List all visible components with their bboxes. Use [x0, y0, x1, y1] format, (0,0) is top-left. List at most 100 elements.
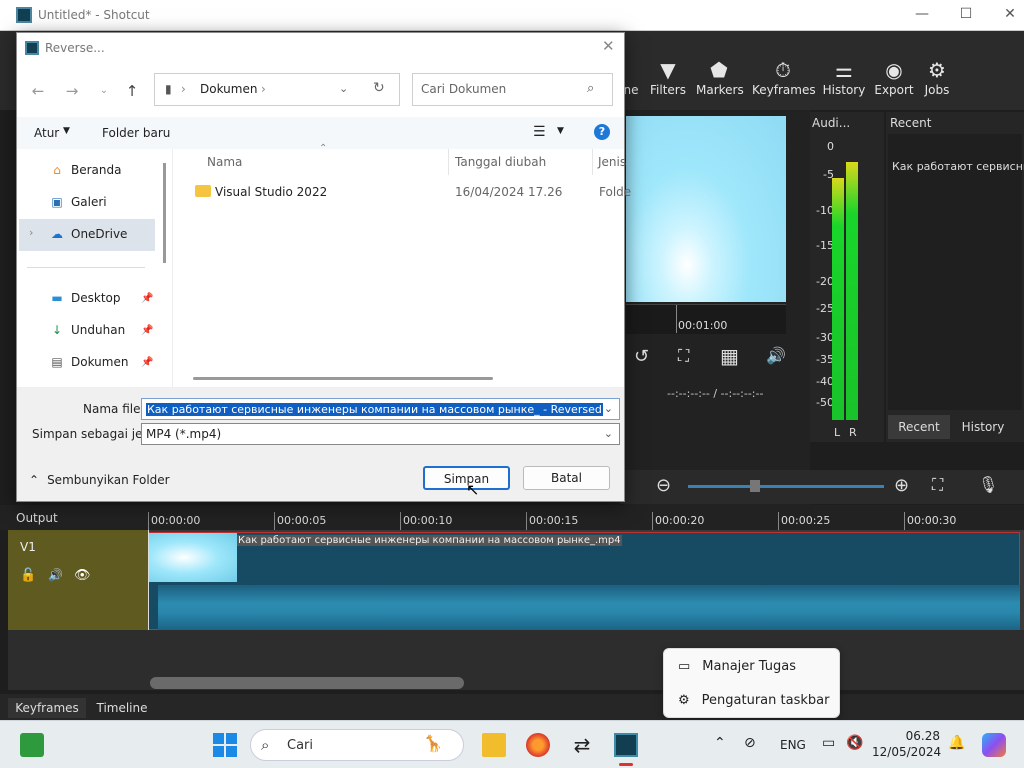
minimize-icon[interactable]: — [912, 6, 932, 26]
network-off-icon[interactable]: ⊘ [744, 735, 756, 751]
sidebar-item-desktop[interactable]: ▬ Desktop [49, 290, 120, 306]
timeline-scrollbar[interactable] [150, 677, 464, 689]
timeline-zoom-bar: ⊖ ⊕ ⛶ 🎙 [620, 470, 1024, 504]
toolbar-export-button[interactable]: ◉ Export [874, 57, 914, 97]
firefox-icon[interactable] [526, 733, 550, 757]
search-icon[interactable]: ⌕ [587, 81, 594, 96]
address-dropdown-icon[interactable]: ⌄ [339, 82, 348, 95]
sidebar-item-documents[interactable]: ▤ Dokumen [49, 354, 128, 370]
toolbar-filters-button[interactable]: ▼ Filters [650, 57, 686, 97]
funnel-icon: ▼ [660, 58, 676, 82]
record-audio-icon[interactable]: 🎙 [978, 475, 998, 494]
player-timecode: --:--:--:-- / --:--:--:-- [667, 387, 764, 400]
dialog-close-icon[interactable]: ✕ [602, 37, 615, 55]
sidebar-scrollbar[interactable] [163, 163, 166, 263]
dialog-title: Reverse... [45, 41, 105, 55]
copilot-icon[interactable] [982, 733, 1006, 757]
clip-thumbnail [149, 533, 237, 582]
tab-history[interactable]: History [952, 415, 1014, 439]
savetype-dropdown-icon[interactable]: ⌄ [604, 424, 613, 444]
recent-item[interactable]: Как работают сервисные [892, 160, 1024, 173]
mute-icon[interactable]: 🔊 [48, 568, 63, 582]
recent-locations-chevron-icon[interactable]: ⌄ [93, 80, 115, 102]
filename-dropdown-icon[interactable]: ⌄ [604, 399, 613, 419]
channel-label: L [834, 426, 841, 439]
gallery-icon: ▣ [51, 195, 63, 209]
sidebar-item-downloads[interactable]: ↓ Unduhan [49, 322, 125, 338]
clock-time[interactable]: 06.28 [880, 729, 940, 743]
ruler-tick-label: 00:00:05 [277, 514, 327, 527]
transfer-app-icon[interactable]: ⇄ [570, 733, 594, 757]
toolbar-jobs-button[interactable]: ⚙ Jobs [920, 57, 954, 97]
column-header-date[interactable]: Tanggal diubah [455, 155, 546, 169]
up-arrow-icon[interactable]: ↑ [121, 80, 143, 102]
windows-start-icon[interactable] [213, 733, 237, 757]
path-folder[interactable]: Dokumen [200, 82, 257, 96]
volume-icon[interactable]: 🔊 [766, 346, 786, 365]
organize-chevron-icon[interactable]: ▼ [63, 126, 70, 136]
app-launcher-icon[interactable] [20, 733, 44, 757]
ruler-tick-label: 00:00:20 [655, 514, 705, 527]
menu-item-taskbar-settings[interactable]: ⚙ Pengaturan taskbar [678, 693, 829, 708]
file-list-scrollbar[interactable] [193, 377, 493, 380]
zoom-in-icon[interactable]: ⊕ [894, 475, 909, 496]
toolbar-keyframes-button[interactable]: ⏱ Keyframes [752, 57, 816, 97]
column-header-name[interactable]: Nama [207, 155, 242, 169]
tab-keyframes[interactable]: Keyframes [8, 698, 86, 718]
taskbar-search[interactable]: ⌕ Cari 🦒 [250, 729, 464, 761]
sidebar-item-home[interactable]: ⌂ Beranda [49, 162, 121, 178]
toolbar-history-button[interactable]: ⚌ History [822, 57, 866, 97]
lock-icon[interactable]: 🔓 [20, 568, 36, 583]
shotcut-taskbar-icon[interactable] [614, 733, 638, 757]
new-folder-button[interactable]: Folder baru [102, 126, 170, 140]
pin-icon: 📌 [141, 293, 154, 304]
display-icon[interactable]: ▭ [822, 735, 835, 751]
desktop-icon: ▬ [51, 291, 63, 305]
filename-field[interactable]: Как работают сервисные инженеры компании… [141, 398, 620, 420]
back-arrow-icon[interactable]: ← [27, 80, 49, 102]
maximize-icon[interactable]: ☐ [956, 6, 976, 26]
tab-timeline[interactable]: Timeline [88, 698, 156, 718]
cancel-button[interactable]: Batal [523, 466, 610, 490]
forward-arrow-icon[interactable]: → [61, 80, 83, 102]
file-row[interactable]: Visual Studio 2022 16/04/2024 17.26 Fold… [193, 184, 631, 204]
address-bar[interactable]: ▮ › Dokumen › ⌄ ↻ [154, 73, 400, 106]
tab-recent[interactable]: Recent [888, 415, 950, 439]
zoom-fit-timeline-icon[interactable]: ⛶ [932, 475, 943, 495]
refresh-icon[interactable]: ↻ [373, 80, 385, 96]
zoom-fit-icon[interactable]: ⛶ [678, 346, 689, 366]
zoom-out-icon[interactable]: ⊖ [656, 475, 671, 496]
view-options-icon[interactable]: ☰ [533, 124, 546, 140]
organize-button[interactable]: Atur [34, 126, 59, 140]
file-type: Folde [599, 185, 632, 199]
help-icon[interactable]: ? [594, 124, 610, 140]
toolbar-markers-button[interactable]: ⬟ Markers [696, 57, 744, 97]
grid-icon[interactable]: ▦ [720, 344, 739, 368]
search-input[interactable]: Cari Dokumen [421, 82, 506, 96]
clock-date[interactable]: 12/05/2024 [872, 745, 941, 759]
zoom-slider-handle[interactable] [750, 480, 760, 492]
document-icon: ▤ [51, 355, 63, 369]
taskbar-search-input[interactable]: Cari [287, 738, 313, 753]
volume-muted-icon[interactable]: 🔇 [846, 735, 863, 751]
eye-icon[interactable]: 👁 [74, 568, 91, 583]
expand-chevron-icon[interactable]: › [29, 226, 33, 239]
close-icon[interactable]: ✕ [1000, 6, 1020, 26]
tray-chevron-icon[interactable]: ⌃ [714, 735, 726, 751]
hide-folders-toggle[interactable]: ⌃ Sembunyikan Folder [29, 473, 170, 487]
notification-bell-icon[interactable]: 🔔 [948, 735, 965, 751]
zoom-slider[interactable] [688, 485, 884, 488]
export-icon: ◉ [885, 58, 903, 82]
sidebar-item-gallery[interactable]: ▣ Galeri [49, 194, 106, 210]
file-explorer-icon[interactable] [482, 733, 506, 757]
view-chevron-icon[interactable]: ▼ [557, 126, 564, 136]
language-indicator[interactable]: ENG [780, 738, 806, 752]
sidebar-item-onedrive[interactable]: ☁ OneDrive [49, 226, 127, 242]
rotate-icon[interactable]: ↺ [634, 346, 649, 367]
savetype-select[interactable]: MP4 (*.mp4) ⌄ [141, 423, 620, 445]
window-title: Untitled* - Shotcut [38, 8, 150, 22]
column-header-type[interactable]: Jenis [598, 155, 626, 169]
menu-item-task-manager[interactable]: ▭ Manajer Tugas [678, 659, 796, 674]
search-box[interactable]: Cari Dokumen ⌕ [412, 73, 613, 106]
mouse-cursor-icon: ↖ [466, 480, 480, 499]
